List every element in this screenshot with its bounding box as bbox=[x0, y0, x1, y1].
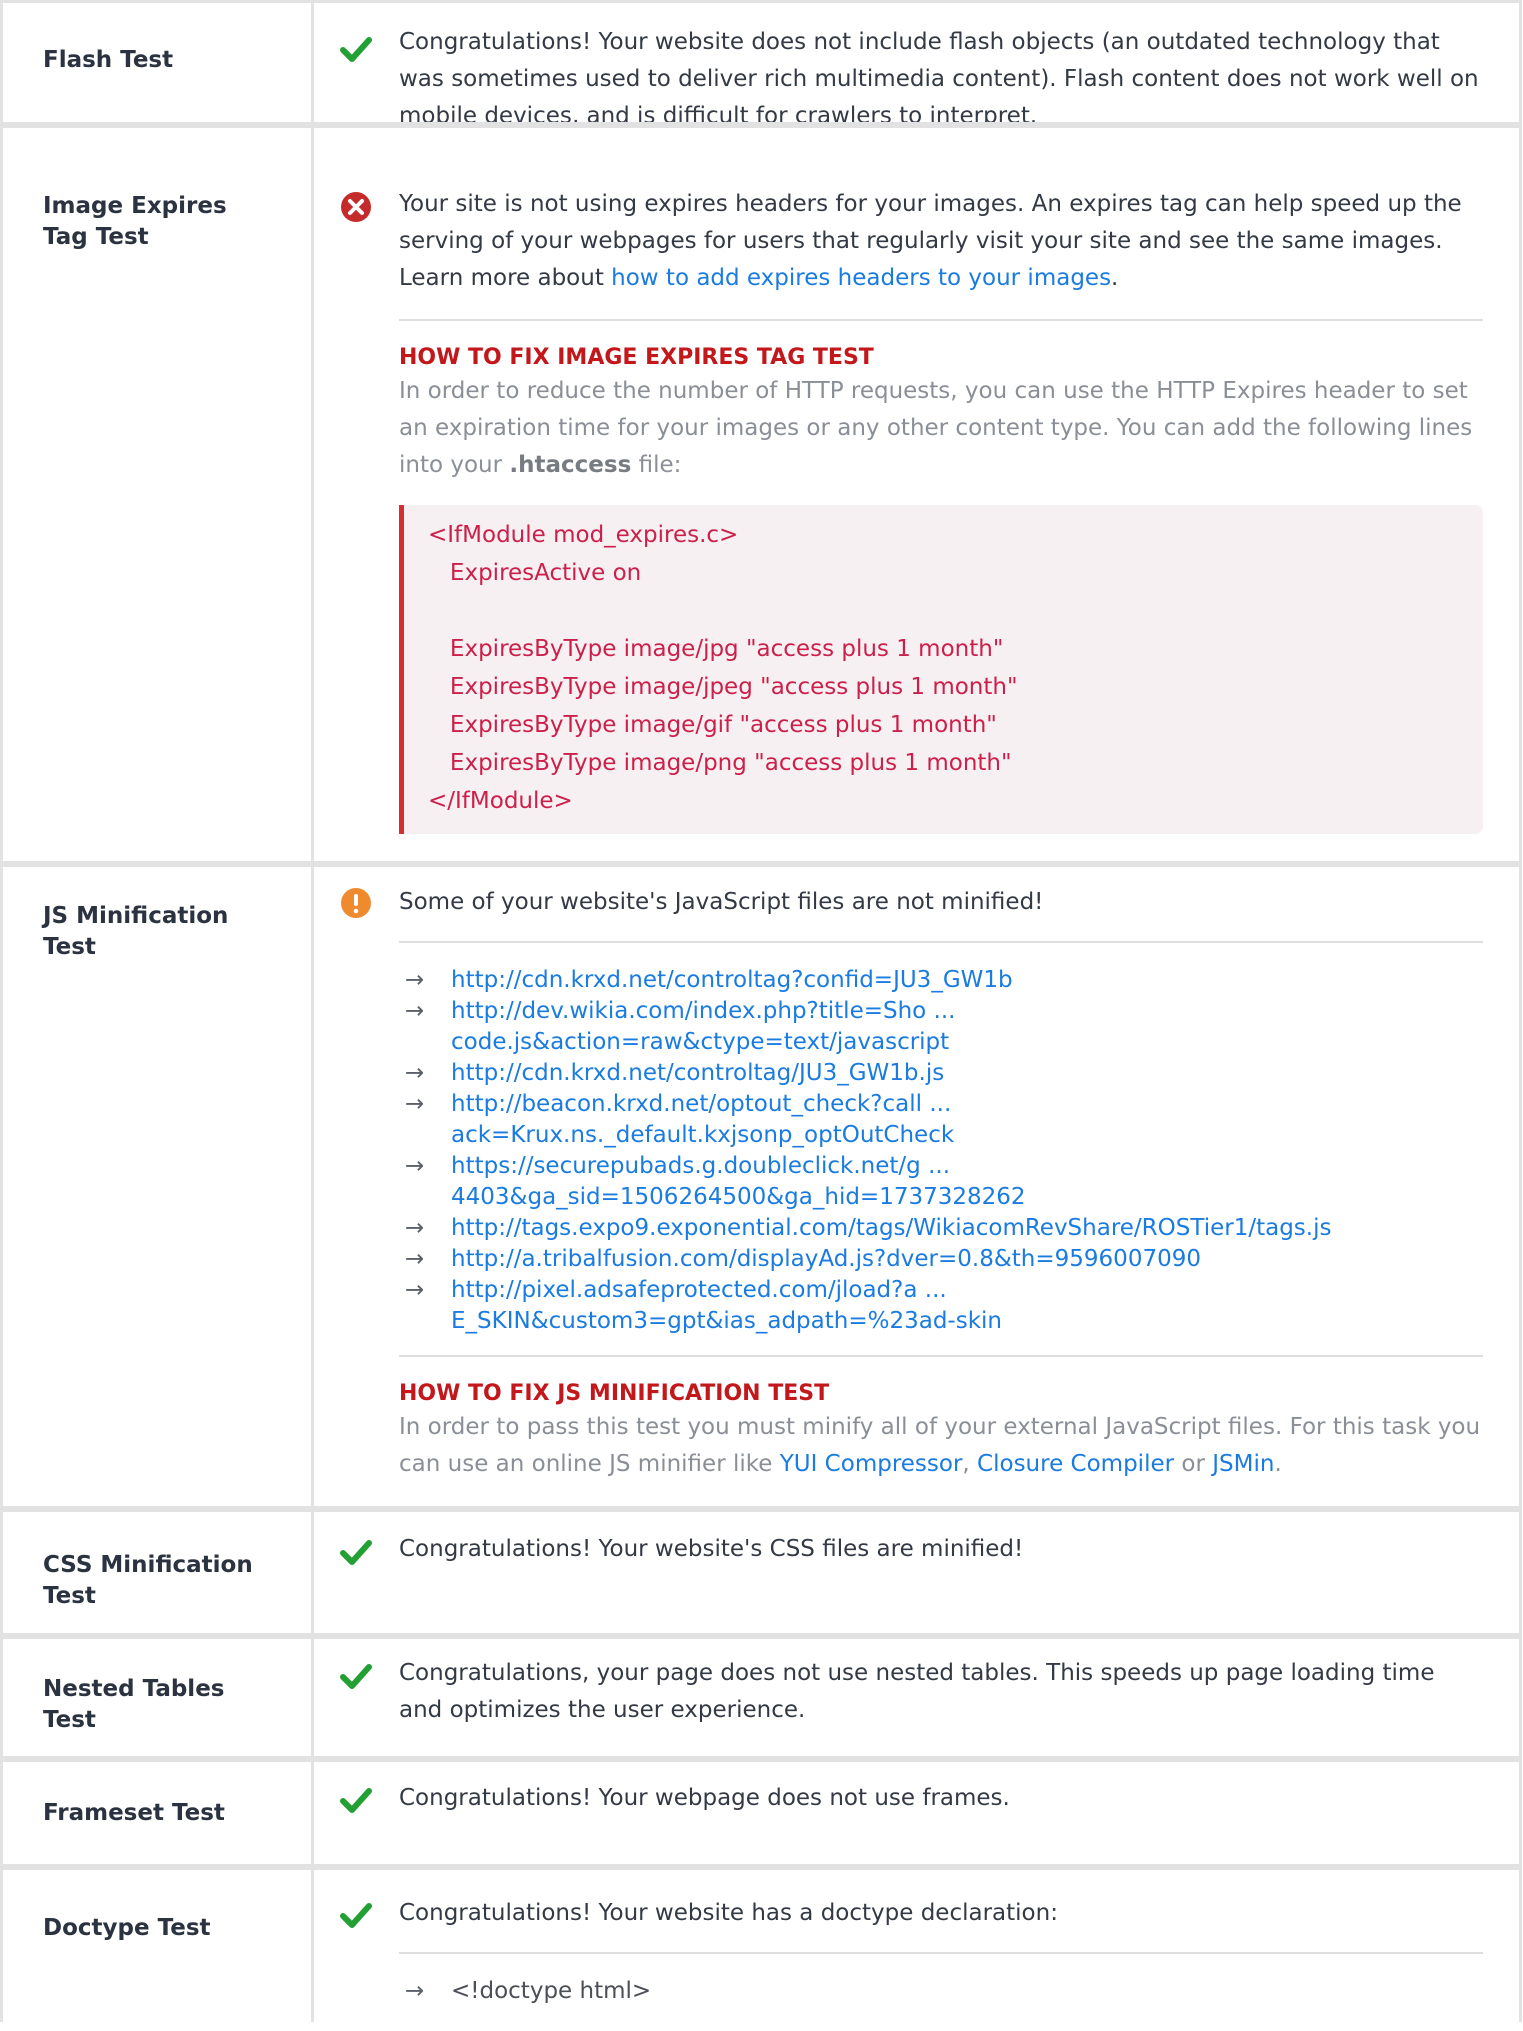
row-nested-tables-test: Nested Tables Test Congratulations, your… bbox=[3, 1633, 1519, 1756]
arrow-right-icon: → bbox=[405, 967, 425, 993]
divider bbox=[399, 1355, 1483, 1357]
js-file-link[interactable]: http://a.tribalfusion.com/displayAd.js?d… bbox=[451, 1246, 1201, 1272]
howto-title: HOW TO FIX JS MINIFICATION TEST bbox=[399, 1381, 830, 1406]
js-file-link[interactable]: http://cdn.krxd.net/controltag?confid=JU… bbox=[451, 967, 1013, 993]
test-label: CSS Minification Test bbox=[43, 1552, 253, 1609]
column-divider bbox=[311, 867, 314, 1506]
column-divider bbox=[311, 1512, 314, 1633]
closure-compiler-link[interactable]: Closure Compiler bbox=[977, 1451, 1174, 1477]
test-message: Congratulations! Your webpage does not u… bbox=[399, 1785, 1010, 1811]
sentence-end: . bbox=[1274, 1451, 1282, 1477]
test-label: Image Expires Tag Test bbox=[43, 193, 227, 250]
list-item: → http://a.tribalfusion.com/displayAd.js?… bbox=[399, 1244, 1483, 1275]
js-file-link[interactable]: http://dev.wikia.com/index.php?title=Sho… bbox=[451, 996, 1051, 1058]
row-js-minification-test: JS Minification Test Some of your websit… bbox=[3, 861, 1519, 1506]
code-snippet: <IfModule mod_expires.c> ExpiresActive o… bbox=[399, 505, 1483, 834]
row-doctype-test: Doctype Test Congratulations! Your websi… bbox=[3, 1864, 1519, 2022]
divider bbox=[399, 1952, 1483, 1954]
row-frameset-test: Frameset Test Congratulations! Your webp… bbox=[3, 1756, 1519, 1864]
arrow-right-icon: → bbox=[405, 1246, 425, 1272]
list-item: → <!doctype html> bbox=[399, 1976, 1483, 2007]
arrow-right-icon: → bbox=[405, 1060, 425, 1086]
howto-text: In order to pass this test you must mini… bbox=[399, 1409, 1483, 1483]
test-message: Congratulations, your page does not use … bbox=[399, 1660, 1435, 1723]
htaccess-filename: .htaccess bbox=[509, 452, 632, 478]
jsmin-link[interactable]: JSMin bbox=[1212, 1451, 1274, 1477]
message-end: . bbox=[1111, 265, 1119, 291]
separator: , bbox=[962, 1451, 978, 1477]
yui-compressor-link[interactable]: YUI Compressor bbox=[780, 1451, 963, 1477]
arrow-right-icon: → bbox=[405, 1091, 425, 1117]
row-css-minification-test: CSS Minification Test Congratulations! Y… bbox=[3, 1506, 1519, 1633]
test-message: Your site is not using expires headers f… bbox=[399, 186, 1483, 319]
unminified-js-list: → http://cdn.krxd.net/controltag?confid=J… bbox=[399, 965, 1483, 1337]
list-item: → http://beacon.krxd.net/optout_check?cal… bbox=[399, 1089, 1483, 1151]
test-message: Congratulations! Your website has a doct… bbox=[399, 1900, 1058, 1926]
error-circle-icon bbox=[341, 192, 371, 222]
test-message: Congratulations! Your website's CSS file… bbox=[399, 1536, 1024, 1562]
list-item: → http://dev.wikia.com/index.php?title=Sh… bbox=[399, 996, 1483, 1058]
expires-headers-link[interactable]: how to add expires headers to your image… bbox=[611, 265, 1111, 291]
row-image-expires-test: Image Expires Tag Test Your site is not … bbox=[3, 122, 1519, 861]
column-divider bbox=[311, 1639, 314, 1756]
separator: or bbox=[1174, 1451, 1213, 1477]
list-item: → https://securepubads.g.doubleclick.net/… bbox=[399, 1151, 1483, 1213]
list-item: → http://cdn.krxd.net/controltag?confid=J… bbox=[399, 965, 1483, 996]
js-file-link[interactable]: https://securepubads.g.doubleclick.net/g… bbox=[451, 1151, 1051, 1213]
list-item: → http://pixel.adsafeprotected.com/jload?… bbox=[399, 1275, 1483, 1337]
howto-text: In order to reduce the number of HTTP re… bbox=[399, 373, 1483, 484]
arrow-right-icon: → bbox=[405, 1978, 425, 2004]
js-file-link[interactable]: http://beacon.krxd.net/optout_check?call… bbox=[451, 1089, 1051, 1151]
test-label: Flash Test bbox=[43, 47, 174, 73]
arrow-right-icon: → bbox=[405, 998, 425, 1024]
arrow-right-icon: → bbox=[405, 1153, 425, 1179]
test-label: Doctype Test bbox=[43, 1915, 211, 1941]
checkmark-icon bbox=[340, 37, 372, 62]
js-file-link[interactable]: http://tags.expo9.exponential.com/tags/W… bbox=[451, 1215, 1331, 1241]
checkmark-icon bbox=[340, 1540, 372, 1565]
column-divider bbox=[311, 128, 314, 861]
howto-title: HOW TO FIX IMAGE EXPIRES TAG TEST bbox=[399, 345, 874, 370]
seo-test-table: Flash Test Congratulations! Your website… bbox=[0, 0, 1522, 2022]
list-item: → http://tags.expo9.exponential.com/tags/… bbox=[399, 1213, 1483, 1244]
js-file-link[interactable]: http://pixel.adsafeprotected.com/jload?a… bbox=[451, 1275, 1051, 1337]
howto-text-after: file: bbox=[631, 452, 682, 478]
column-divider bbox=[311, 1870, 314, 2022]
test-content: Congratulations! Your website has a doct… bbox=[399, 1895, 1483, 2007]
column-divider bbox=[311, 1762, 314, 1864]
list-item: → http://cdn.krxd.net/controltag/JU3_GW1b… bbox=[399, 1058, 1483, 1089]
checkmark-icon bbox=[340, 1903, 372, 1928]
arrow-right-icon: → bbox=[405, 1277, 425, 1303]
checkmark-icon bbox=[340, 1788, 372, 1813]
divider bbox=[399, 319, 1483, 321]
test-content: Some of your website's JavaScript files … bbox=[399, 884, 1483, 1483]
doctype-value: <!doctype html> bbox=[451, 1978, 652, 2004]
test-label: Frameset Test bbox=[43, 1800, 225, 1826]
test-message: Congratulations! Your website does not i… bbox=[399, 29, 1479, 129]
test-label: Nested Tables Test bbox=[43, 1676, 225, 1733]
test-content: Your site is not using expires headers f… bbox=[399, 186, 1483, 834]
test-message: Some of your website's JavaScript files … bbox=[399, 889, 1044, 915]
divider bbox=[399, 941, 1483, 943]
checkmark-icon bbox=[340, 1664, 372, 1689]
column-divider bbox=[311, 3, 314, 122]
arrow-right-icon: → bbox=[405, 1215, 425, 1241]
warning-circle-icon bbox=[341, 888, 371, 918]
test-label: JS Minification Test bbox=[43, 903, 229, 960]
js-file-link[interactable]: http://cdn.krxd.net/controltag/JU3_GW1b.… bbox=[451, 1060, 944, 1086]
row-flash-test: Flash Test Congratulations! Your website… bbox=[3, 0, 1519, 129]
doctype-list: → <!doctype html> bbox=[399, 1976, 1483, 2007]
